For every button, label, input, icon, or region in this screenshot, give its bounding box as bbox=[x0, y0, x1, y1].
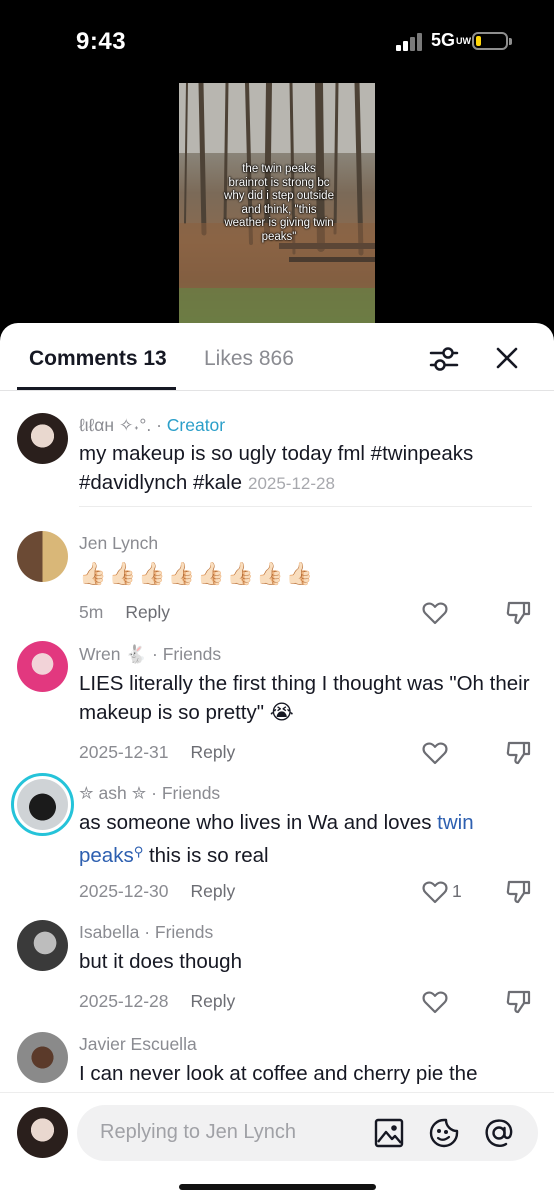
status-time: 9:43 bbox=[76, 28, 127, 55]
comment-meta: Wren 🐇 · Friends bbox=[79, 644, 222, 664]
video-caption: the twin peaks brainrot is strong bc why… bbox=[224, 163, 334, 243]
comments-sheet: Comments 13 Likes 866 ℓιℓαн ✧˖°. · Creat… bbox=[0, 323, 554, 1200]
comment-actions: 5m Reply bbox=[79, 602, 170, 623]
reply-input[interactable]: Replying to Jen Lynch bbox=[77, 1105, 538, 1161]
like-heart-icon[interactable] bbox=[422, 990, 448, 1014]
comment-actions: 2025-12-28 Reply bbox=[79, 991, 235, 1012]
sticker-icon[interactable] bbox=[428, 1117, 460, 1149]
thumbs-up-emoji: 👍🏻 bbox=[138, 561, 165, 586]
comment-date: 2025-12-28 bbox=[247, 473, 335, 493]
friends-tag: Friends bbox=[161, 783, 221, 803]
reply-button[interactable]: Reply bbox=[191, 991, 236, 1011]
home-indicator bbox=[179, 1184, 376, 1190]
avatar[interactable] bbox=[17, 920, 68, 971]
battery-icon bbox=[472, 32, 512, 50]
search-icon: ⚲ bbox=[133, 843, 144, 859]
video-player[interactable]: the twin peaks brainrot is strong bc why… bbox=[179, 83, 375, 328]
avatar[interactable] bbox=[17, 1032, 68, 1083]
avatar[interactable] bbox=[17, 531, 68, 582]
status-bar: 9:43 5GUW bbox=[0, 0, 554, 80]
comment-text: but it does though bbox=[79, 950, 242, 973]
comment-text: my makeup is so ugly today fml #twinpeak… bbox=[79, 442, 474, 494]
dislike-icon[interactable] bbox=[505, 988, 533, 1016]
mention-icon[interactable] bbox=[483, 1117, 515, 1149]
reply-button[interactable]: Reply bbox=[191, 881, 236, 901]
tab-likes[interactable]: Likes 866 bbox=[204, 347, 294, 371]
comment-meta: ✮ ash ✮ · Friends bbox=[79, 783, 221, 803]
thumbs-up-emoji: 👍🏻 bbox=[256, 561, 283, 586]
friends-tag: Friends bbox=[154, 922, 214, 942]
battery-level bbox=[476, 36, 481, 46]
network-indicator: 5GUW bbox=[431, 30, 472, 50]
thumbs-up-emoji: 👍🏻 bbox=[197, 561, 224, 586]
comment-author[interactable]: Isabella bbox=[79, 922, 139, 942]
dislike-icon[interactable] bbox=[505, 599, 533, 627]
creator-badge: Creator bbox=[166, 415, 226, 435]
dislike-icon[interactable] bbox=[505, 878, 533, 906]
comment-author[interactable]: ✮ ash ✮ bbox=[79, 783, 146, 803]
tab-bar: Comments 13 Likes 866 bbox=[0, 323, 554, 391]
like-count: 1 bbox=[452, 881, 462, 901]
active-tab-indicator bbox=[17, 387, 176, 390]
thumbs-up-emoji: 👍🏻 bbox=[226, 561, 254, 586]
image-icon[interactable] bbox=[374, 1118, 404, 1148]
tab-comments[interactable]: Comments 13 bbox=[29, 347, 167, 371]
comment-text: 👍🏻 👍🏻 👍🏻 👍🏻 👍🏻 👍🏻 👍🏻 👍🏻 bbox=[79, 560, 315, 588]
comment-meta: Isabella · Friends bbox=[79, 922, 214, 942]
comment-date: 2025-12-30 bbox=[79, 881, 169, 901]
like-heart-icon[interactable] bbox=[422, 601, 448, 625]
reply-bar: Replying to Jen Lynch bbox=[0, 1092, 554, 1200]
avatar[interactable] bbox=[17, 641, 68, 692]
dislike-icon[interactable] bbox=[505, 739, 533, 767]
comment-date: 2025-12-31 bbox=[79, 742, 169, 762]
comment-author[interactable]: Jen Lynch bbox=[79, 533, 158, 554]
thumbs-up-emoji: 👍🏻 bbox=[108, 561, 136, 586]
comment-date: 2025-12-28 bbox=[79, 991, 169, 1011]
reply-button[interactable]: Reply bbox=[125, 602, 170, 622]
avatar[interactable] bbox=[17, 413, 68, 464]
reply-placeholder: Replying to Jen Lynch bbox=[100, 1121, 297, 1143]
reply-button[interactable]: Reply bbox=[191, 742, 236, 762]
like-heart-icon[interactable] bbox=[422, 741, 448, 765]
comment-date: 5m bbox=[79, 602, 104, 622]
thumbs-up-emoji: 👍🏻 bbox=[285, 561, 313, 586]
my-avatar[interactable] bbox=[17, 1107, 68, 1158]
filter-sliders-icon[interactable] bbox=[429, 345, 459, 373]
comment-author[interactable]: ℓιℓαн ✧˖°. bbox=[79, 415, 151, 435]
signal-icon bbox=[396, 33, 424, 51]
comment-meta: ℓιℓαн ✧˖°. · Creator bbox=[79, 415, 226, 435]
comment-text: I can never look at coffee and cherry pi… bbox=[79, 1062, 478, 1085]
friends-tag: Friends bbox=[162, 644, 222, 664]
thumbs-up-emoji: 👍🏻 bbox=[79, 561, 106, 586]
avatar[interactable] bbox=[11, 773, 74, 836]
close-icon[interactable] bbox=[494, 345, 520, 371]
comment-actions: 2025-12-30 Reply bbox=[79, 881, 235, 902]
like-heart-icon[interactable] bbox=[422, 880, 448, 904]
thumbs-up-emoji: 👍🏻 bbox=[167, 561, 195, 586]
divider bbox=[79, 506, 532, 507]
comment-author[interactable]: Wren 🐇 bbox=[79, 644, 147, 664]
comment-text: as someone who lives in Wa and loves twi… bbox=[79, 811, 474, 867]
comment-actions: 2025-12-31 Reply bbox=[79, 742, 235, 763]
comment-author[interactable]: Javier Escuella bbox=[79, 1034, 197, 1055]
comment-text: LIES literally the first thing I thought… bbox=[79, 672, 530, 724]
